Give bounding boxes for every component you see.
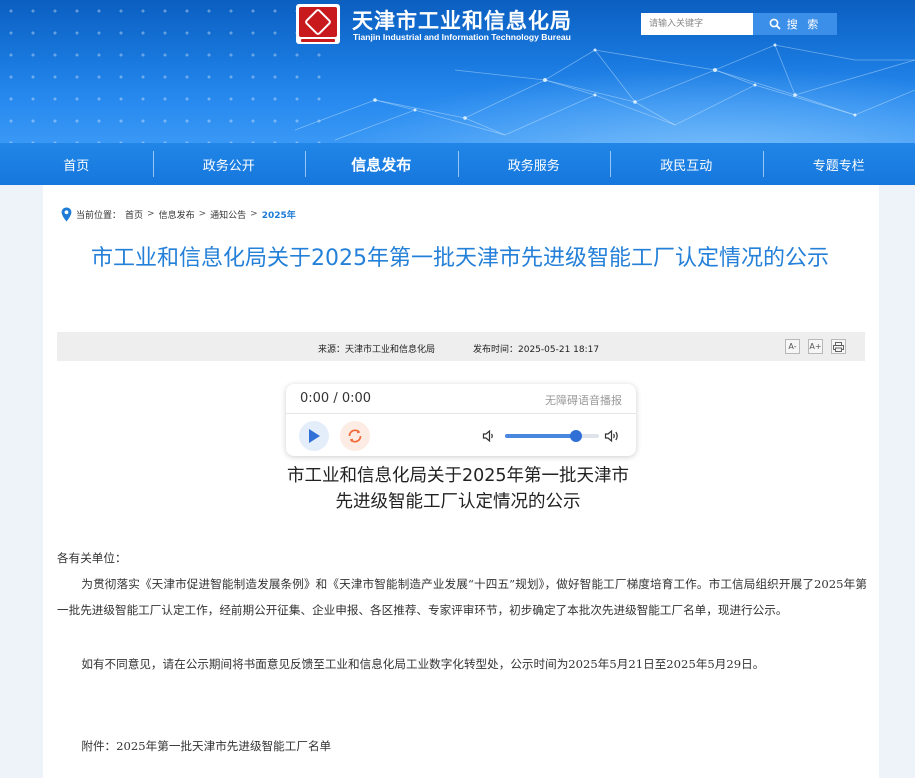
location-pin-icon [61,207,72,221]
nav-item-gov-affairs[interactable]: 政务公开 [152,143,306,185]
body-title: 市工业和信息化局关于2025年第一批天津市 先进级智能工厂认定情况的公示 [180,463,736,515]
attachment-link[interactable]: 附件：2025年第一批天津市先进级智能工厂名单 [57,733,867,759]
search-button[interactable]: 搜 索 [753,13,837,35]
article-meta-bar [57,332,865,361]
breadcrumb-link-info-release[interactable]: 信息发布 [159,208,195,221]
site-subtitle: Tianjin Industrial and Information Techn… [353,32,571,42]
breadcrumb-prefix: 当前位置： [76,210,122,221]
search-button-label: 搜 索 [786,18,822,31]
volume-slider-fill [505,434,576,438]
nav-item-info-release[interactable]: 信息发布 [305,143,458,185]
header-network-graphic [295,43,915,141]
search-icon [769,18,781,30]
play-icon [309,429,320,443]
body-greeting: 各有关单位： [57,551,127,565]
breadcrumb-link-notices[interactable]: 通知公告 [210,208,246,221]
accessibility-voice-label[interactable]: 无障碍语音播报 [545,392,622,408]
site-header: 天津市工业和信息化局 Tianjin Industrial and Inform… [0,0,915,143]
player-divider [286,413,636,414]
nav-item-gov-services[interactable]: 政务服务 [457,143,611,185]
article-source: 来源：天津市工业和信息化局 [318,345,436,355]
breadcrumb-current[interactable]: 2025年 [262,208,296,221]
loop-icon [348,429,362,443]
site-title: 天津市工业和信息化局 [352,9,572,33]
print-button[interactable] [831,339,846,354]
body-title-line-2: 先进级智能工厂认定情况的公示 [335,492,581,512]
breadcrumb-separator: > [198,209,207,219]
loop-button[interactable] [340,421,370,451]
breadcrumb: 当前位置： 首页 > 信息发布 > 通知公告 > 2025年 [61,206,296,222]
volume-slider[interactable] [505,430,599,442]
tianjin-emblem-logo[interactable] [296,4,340,44]
font-increase-icon: A+ [809,342,822,351]
body-paragraph-2: 如有不同意见，请在公示期间将书面意见反馈至工业和信息化局工业数字化转型处，公示时… [81,657,765,671]
print-icon [833,341,844,352]
body-paragraph-1: 为贯彻落实《天津市促进智能制造发展条例》和《天津市智能制造产业发展“十四五”规划… [57,577,867,617]
player-time: 0:00 / 0:00 [300,391,372,406]
article-publish-time: 发布时间：2025-05-21 18:17 [473,345,600,355]
main-nav: 首页 政务公开 信息发布 政务服务 政民互动 专题专栏 [0,143,915,185]
nav-item-interaction[interactable]: 政民互动 [610,143,763,185]
article-title: 市工业和信息化局关于2025年第一批天津市先进级智能工厂认定情况的公示 [91,246,829,271]
audio-player: 0:00 / 0:00 无障碍语音播报 [286,384,636,456]
volume-down-icon[interactable] [482,429,496,443]
font-increase-button[interactable]: A+ [808,339,823,354]
volume-up-icon[interactable] [604,429,622,443]
breadcrumb-separator: > [250,209,258,219]
header-dot-pattern [0,0,330,143]
volume-slider-handle[interactable] [569,430,582,442]
breadcrumb-separator: > [147,209,155,219]
font-decrease-icon: A- [788,342,797,351]
search-input[interactable] [641,13,753,35]
nav-item-home[interactable]: 首页 [0,143,153,185]
nav-item-topics[interactable]: 专题专栏 [762,143,915,185]
play-button[interactable] [299,421,329,451]
body-title-line-1: 市工业和信息化局关于2025年第一批天津市 [286,466,630,486]
breadcrumb-link-home[interactable]: 首页 [125,208,143,221]
font-decrease-button[interactable]: A- [785,339,800,354]
